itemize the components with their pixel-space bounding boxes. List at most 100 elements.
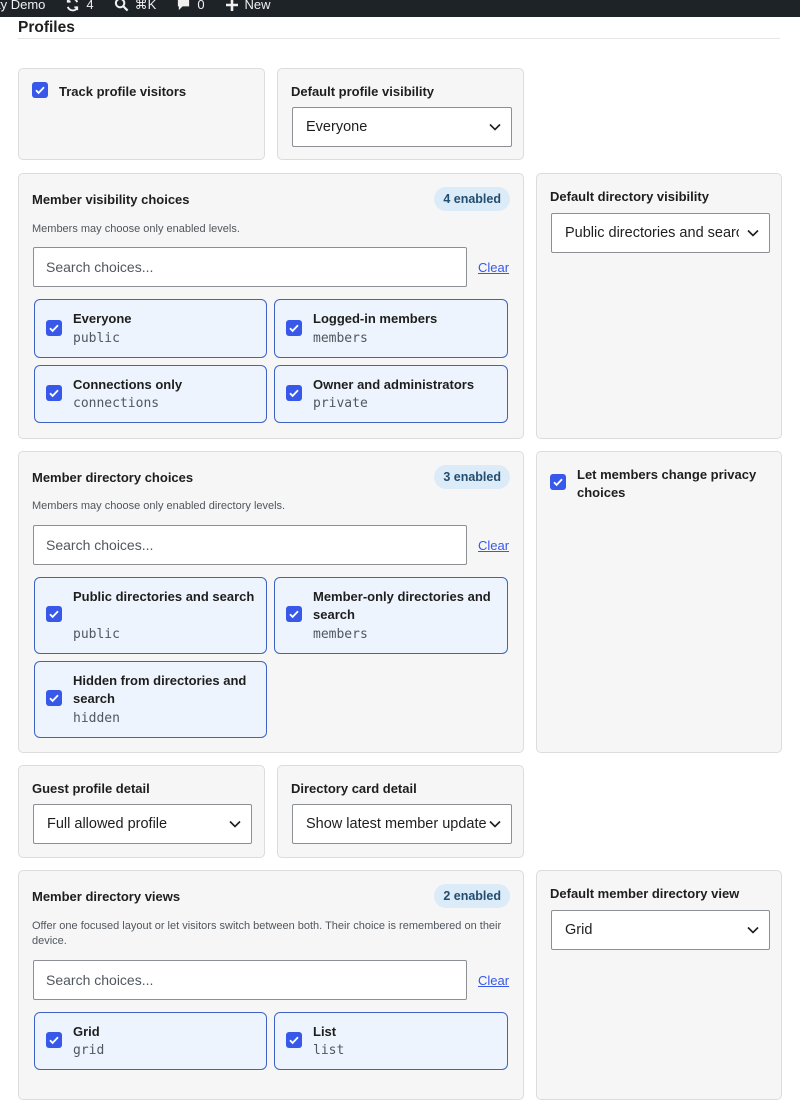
checkmark-icon	[289, 324, 299, 333]
choice-slug: public	[73, 627, 120, 642]
member-directory-clear-link[interactable]: Clear	[478, 538, 509, 553]
choice-label: Public directories and search	[73, 589, 255, 604]
choice-slug: private	[313, 396, 368, 411]
enabled-count-badge: 4 enabled	[434, 187, 510, 211]
member-directory-title: Member directory choices	[32, 470, 194, 485]
default-directory-visibility-title: Default directory visibility	[550, 189, 709, 204]
search-icon	[114, 0, 129, 12]
choice-label: Owner and administrators	[313, 377, 475, 392]
chevron-down-icon	[747, 926, 759, 934]
chevron-down-icon	[489, 820, 501, 828]
checkmark-icon	[49, 324, 59, 333]
plus-icon	[225, 0, 238, 11]
guest-profile-detail-select[interactable]: Full allowed profile	[33, 804, 252, 844]
choice-checkbox[interactable]	[286, 385, 302, 401]
directory-card-detail-title: Directory card detail	[291, 781, 417, 796]
choice-slug: members	[313, 627, 368, 642]
choice-checkbox[interactable]	[46, 606, 62, 622]
let-members-change-checkbox[interactable]	[550, 474, 566, 490]
directory-card-detail-select[interactable]: Show latest member updates	[292, 804, 512, 844]
checkmark-icon	[553, 478, 563, 487]
choice-label: List	[313, 1024, 337, 1039]
checkmark-icon	[289, 1036, 299, 1045]
checkmark-icon	[289, 610, 299, 619]
member-visibility-card: Member visibility choices 4 enabled Memb…	[18, 173, 524, 439]
admin-bar-new[interactable]: New	[225, 0, 271, 12]
admin-bar-comments[interactable]: 0	[176, 0, 205, 12]
chevron-down-icon	[489, 123, 501, 131]
choice-checkbox[interactable]	[46, 385, 62, 401]
member-visibility-clear-link[interactable]: Clear	[478, 260, 509, 275]
member-visibility-title: Member visibility choices	[32, 192, 190, 207]
checkmark-icon	[49, 694, 59, 703]
checkmark-icon	[35, 86, 45, 95]
choice-label: Grid	[73, 1024, 100, 1039]
checkmark-icon	[49, 610, 59, 619]
choice-checkbox[interactable]	[46, 690, 62, 706]
choice-slug: hidden	[73, 711, 120, 726]
choice-slug: connections	[73, 396, 160, 411]
default-profile-visibility-card: Default profile visibility Everyone	[277, 68, 524, 160]
new-label: New	[244, 0, 271, 12]
choice-connections-only[interactable]: Connections only connections	[34, 365, 267, 423]
track-visitors-label: Track profile visitors	[59, 84, 187, 99]
chevron-down-icon	[229, 820, 241, 828]
search-placeholder: Search choices...	[46, 537, 154, 553]
search-shortcut: ⌘K	[134, 0, 157, 12]
guest-profile-detail-card: Guest profile detail Full allowed profil…	[18, 765, 265, 858]
refresh-icon	[67, 0, 79, 12]
choice-checkbox[interactable]	[286, 606, 302, 622]
choice-logged-in-members[interactable]: Logged-in members members	[274, 299, 508, 358]
choice-hidden-from-directories[interactable]: Hidden from directories and search hidde…	[34, 661, 267, 738]
choice-checkbox[interactable]	[46, 320, 62, 336]
let-members-change-label: Let members change privacy choices	[577, 467, 757, 500]
member-directory-views-card: Member directory views 2 enabled Offer o…	[18, 870, 524, 1100]
choice-public-directories[interactable]: Public directories and search public	[34, 577, 267, 654]
default-member-directory-view-title: Default member directory view	[550, 886, 740, 901]
chevron-down-icon	[747, 229, 759, 237]
choice-checkbox[interactable]	[286, 1032, 302, 1048]
select-value: Everyone	[306, 119, 368, 135]
guest-profile-detail-title: Guest profile detail	[32, 781, 150, 796]
choice-checkbox[interactable]	[46, 1032, 62, 1048]
member-directory-card: Member directory choices 3 enabled Membe…	[18, 451, 524, 753]
admin-bar: ty Demo 4 ⌘K 0 New	[0, 0, 800, 17]
directory-card-detail-card: Directory card detail Show latest member…	[277, 765, 524, 858]
admin-bar-updates[interactable]: 4	[65, 0, 94, 12]
updates-count: 4	[86, 0, 94, 12]
choice-list[interactable]: List list	[274, 1012, 508, 1070]
member-directory-help: Members may choose only enabled director…	[32, 500, 286, 512]
checkmark-icon	[289, 389, 299, 398]
default-directory-visibility-card: Default directory visibility Public dire…	[536, 173, 782, 439]
member-directory-views-search-input[interactable]: Search choices...	[33, 960, 467, 1000]
enabled-count-badge: 3 enabled	[434, 465, 510, 489]
checkmark-icon	[49, 1036, 59, 1045]
choice-owner-and-administrators[interactable]: Owner and administrators private	[274, 365, 508, 423]
select-value: Full allowed profile	[47, 816, 168, 832]
member-directory-views-clear-link[interactable]: Clear	[478, 973, 509, 988]
select-value: Public directories and search	[565, 225, 739, 241]
member-directory-views-help: Offer one focused layout or let visitors…	[32, 920, 502, 947]
choice-checkbox[interactable]	[286, 320, 302, 336]
select-value: Show latest member updates	[306, 816, 487, 832]
default-member-directory-view-select[interactable]: Grid	[551, 910, 770, 950]
default-profile-visibility-select[interactable]: Everyone	[292, 107, 512, 147]
choice-label: Member-only directories and search	[313, 589, 491, 622]
track-visitors-checkbox[interactable]	[32, 82, 48, 98]
section-title: Profiles	[18, 19, 75, 36]
choice-label: Everyone	[73, 311, 132, 326]
member-directory-search-input[interactable]: Search choices...	[33, 525, 467, 565]
default-directory-visibility-select[interactable]: Public directories and search	[551, 213, 770, 253]
site-name-label: ty Demo	[0, 0, 46, 12]
admin-bar-search[interactable]: ⌘K	[114, 0, 157, 12]
choice-member-only-directories[interactable]: Member-only directories and search membe…	[274, 577, 508, 654]
comment-icon	[178, 0, 190, 11]
enabled-count-badge: 2 enabled	[434, 884, 510, 908]
choice-everyone[interactable]: Everyone public	[34, 299, 267, 358]
select-value: Grid	[565, 922, 593, 938]
member-visibility-search-input[interactable]: Search choices...	[33, 247, 467, 287]
choice-grid[interactable]: Grid grid	[34, 1012, 267, 1070]
choice-label: Connections only	[73, 377, 183, 392]
admin-bar-site-name[interactable]: ty Demo	[0, 0, 45, 11]
let-members-change-card: Let members change privacy choices	[536, 451, 782, 753]
